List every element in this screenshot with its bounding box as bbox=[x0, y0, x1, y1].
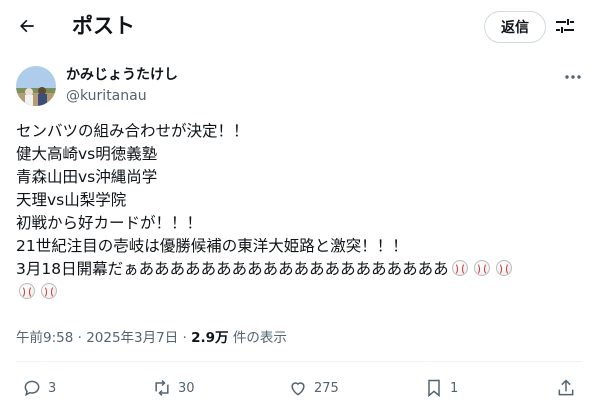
emoji-line bbox=[16, 281, 582, 304]
post-line: 青森山田vs沖縄尚学 bbox=[16, 168, 158, 186]
more-button[interactable] bbox=[563, 68, 583, 86]
filter-button[interactable] bbox=[553, 14, 577, 38]
action-bar: 3 30 275 1 bbox=[0, 372, 598, 408]
post-time[interactable]: 午前9:58 bbox=[16, 330, 73, 346]
share-icon bbox=[558, 379, 574, 396]
header: ポスト 返信 bbox=[0, 0, 598, 53]
filter-icon bbox=[556, 19, 574, 33]
reply-icon bbox=[24, 380, 40, 397]
post-line: 3月18日開幕だぁああああああああああああああああああああ bbox=[16, 260, 449, 278]
repost-count: 30 bbox=[178, 380, 195, 396]
view-label: 件の表示 bbox=[228, 330, 287, 346]
repost-icon bbox=[155, 379, 169, 397]
baseball-icon bbox=[451, 260, 468, 276]
post-line-last: 3月18日開幕だぁああああああああああああああああああああ bbox=[16, 258, 582, 281]
baseball-icon bbox=[19, 283, 35, 299]
post-line: 21世紀注目の壱岐は優勝候補の東洋大姫路と激突！！！ bbox=[16, 237, 408, 255]
reply-button[interactable]: 返信 bbox=[484, 11, 546, 43]
like-action[interactable]: 275 bbox=[288, 378, 339, 398]
share-action[interactable] bbox=[556, 378, 582, 398]
bookmark-icon bbox=[428, 379, 440, 398]
reply-count: 3 bbox=[48, 380, 57, 396]
bookmark-action[interactable]: 1 bbox=[424, 378, 458, 398]
back-button[interactable] bbox=[10, 9, 44, 43]
view-count: 2.9万 bbox=[191, 330, 229, 346]
baseball-icon bbox=[495, 260, 512, 276]
page-title: ポスト bbox=[72, 14, 135, 38]
back-arrow-icon bbox=[20, 19, 34, 33]
like-count: 275 bbox=[314, 380, 339, 396]
divider bbox=[16, 361, 582, 362]
reply-action[interactable]: 3 bbox=[22, 378, 56, 398]
separator: · bbox=[178, 330, 192, 346]
separator: · bbox=[73, 330, 87, 346]
post-meta: 午前9:58 · 2025年3月7日 · 2.9万 件の表示 bbox=[16, 329, 287, 347]
post-line: 健大高崎vs明徳義塾 bbox=[16, 145, 158, 163]
post-date[interactable]: 2025年3月7日 bbox=[86, 330, 178, 346]
baseball-icon bbox=[41, 283, 57, 299]
post-text: センバツの組み合わせが決定！！ 健大高崎vs明徳義塾 青森山田vs沖縄尚学 天理… bbox=[16, 120, 582, 304]
bookmark-count: 1 bbox=[450, 380, 459, 396]
post-line: 天理vs山梨学院 bbox=[16, 191, 127, 209]
like-icon bbox=[291, 382, 305, 396]
post-line: センバツの組み合わせが決定！！ bbox=[16, 122, 249, 140]
more-icon bbox=[565, 75, 581, 79]
author-handle[interactable]: @kuritanau bbox=[66, 87, 147, 105]
baseball-icon bbox=[473, 260, 490, 276]
author-name[interactable]: かみじょうたけし bbox=[66, 66, 178, 84]
repost-action[interactable]: 30 bbox=[152, 378, 195, 398]
avatar[interactable] bbox=[16, 66, 56, 106]
post-line: 初戦から好カードが！！！ bbox=[16, 214, 203, 232]
